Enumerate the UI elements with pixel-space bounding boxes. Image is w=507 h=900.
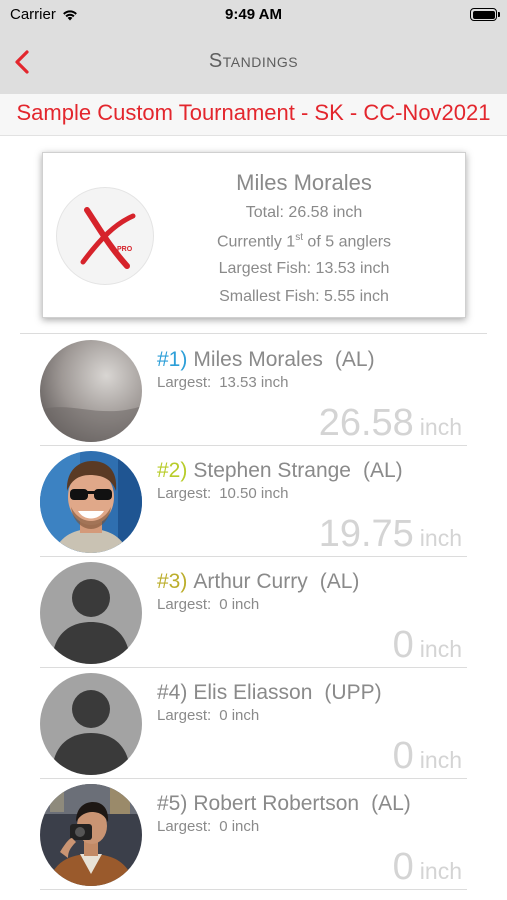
total-score: 0 inch	[392, 846, 462, 888]
total-score: 19.75 inch	[318, 513, 462, 555]
standing-row[interactable]: #2) Stephen Strange (AL) Largest: 10.50 inc…	[0, 446, 507, 557]
angler-title: #3) Arthur Curry (AL)	[157, 570, 359, 594]
avatar	[40, 784, 142, 886]
status-time: 9:49 AM	[225, 6, 282, 23]
rank-label: #3)	[157, 570, 188, 593]
angler-name: Robert Robertson	[193, 792, 360, 815]
angler-name: Miles Morales	[236, 170, 372, 195]
app-logo: PRO	[56, 187, 154, 285]
angler-title: #4) Elis Eliasson (UPP)	[157, 681, 382, 705]
divider	[20, 333, 487, 334]
total-text: Total: 26.58 inch	[245, 204, 363, 221]
rank-label: #1)	[157, 348, 188, 371]
club-label: (AL)	[319, 570, 360, 593]
default-avatar-icon	[40, 562, 142, 664]
club-label: (AL)	[334, 348, 375, 371]
page-title: Standings	[208, 50, 299, 72]
standing-row[interactable]: #5) Robert Robertson (AL) Largest: 0 inch 0…	[0, 779, 507, 890]
nav-bar: Standings	[0, 30, 507, 94]
largest-catch: Largest: 13.53 inch	[157, 374, 289, 391]
rank-label: #2)	[157, 459, 188, 482]
standing-row[interactable]: #4) Elis Eliasson (UPP) Largest: 0 inch 0 in…	[0, 668, 507, 779]
status-bar: Carrier 9:49 AM	[0, 0, 507, 30]
standing-text: Currently 1st of 5 anglers	[216, 232, 392, 251]
tournament-name: Sample Custom Tournament - SK - CC-Nov20…	[16, 100, 491, 125]
tournament-header: Sample Custom Tournament - SK - CC-Nov20…	[0, 94, 507, 136]
total-score: 0 inch	[392, 735, 462, 777]
largest-fish-text: Largest Fish: 13.53 inch	[218, 260, 390, 277]
angler-name: Elis Eliasson	[193, 681, 313, 704]
battery-icon	[470, 8, 500, 21]
club-label: (AL)	[371, 792, 411, 815]
angler-title: #2) Stephen Strange (AL)	[157, 459, 403, 483]
divider	[40, 889, 467, 890]
largest-catch: Largest: 0 inch	[157, 818, 260, 835]
largest-catch: Largest: 10.50 inch	[157, 485, 289, 502]
rank-label: #5)	[157, 792, 188, 815]
smallest-fish-text: Smallest Fish: 5.55 inch	[219, 288, 389, 305]
rank-label: #4)	[157, 681, 188, 704]
avatar	[40, 340, 142, 442]
total-score: 26.58 inch	[318, 402, 462, 444]
club-label: (AL)	[362, 459, 403, 482]
club-label: (UPP)	[324, 681, 382, 704]
default-avatar-icon	[40, 673, 142, 775]
angler-title: #5) Robert Robertson (AL)	[157, 792, 411, 816]
largest-catch: Largest: 0 inch	[157, 596, 260, 613]
standing-row[interactable]: #3) Arthur Curry (AL) Largest: 0 inch 0 inch	[0, 557, 507, 668]
angler-name: Arthur Curry	[193, 570, 308, 593]
total-score: 0 inch	[392, 624, 462, 666]
angler-title: #1) Miles Morales (AL)	[157, 348, 375, 372]
avatar	[40, 451, 142, 553]
angler-name: Miles Morales	[193, 348, 323, 371]
angler-name: Stephen Strange	[193, 459, 351, 482]
angler-summary-card: PRO Miles Morales Total: 26.58 inch Curr…	[42, 152, 466, 318]
svg-text:PRO: PRO	[117, 246, 133, 253]
largest-catch: Largest: 0 inch	[157, 707, 260, 724]
standing-row[interactable]: #1) Miles Morales (AL) Largest: 13.53 inch …	[0, 335, 507, 446]
